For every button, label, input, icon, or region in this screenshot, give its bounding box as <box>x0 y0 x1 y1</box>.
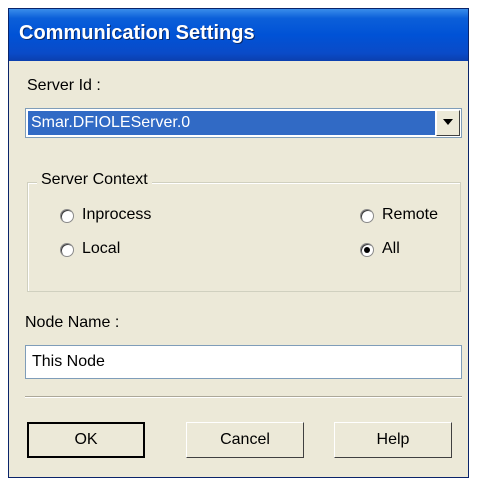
server-id-label: Server Id : <box>27 77 101 94</box>
divider <box>25 396 462 398</box>
ok-button[interactable]: OK <box>27 422 145 458</box>
inprocess-radio[interactable] <box>60 209 74 223</box>
cancel-button[interactable]: Cancel <box>186 422 304 458</box>
server-context-legend: Server Context <box>37 171 152 189</box>
dialog-title: Communication Settings <box>19 22 255 44</box>
server-context-group <box>27 182 461 292</box>
server-id-dropdown[interactable]: Smar.DFIOLEServer.0 <box>25 108 462 138</box>
remote-radio[interactable] <box>360 209 374 223</box>
chevron-down-icon <box>443 119 453 125</box>
local-radio[interactable] <box>60 243 74 257</box>
dropdown-button[interactable] <box>436 110 460 136</box>
remote-label[interactable]: Remote <box>382 206 438 224</box>
all-radio[interactable] <box>360 243 374 257</box>
local-label[interactable]: Local <box>82 240 120 258</box>
help-button[interactable]: Help <box>334 422 452 458</box>
title-bar[interactable]: Communication Settings <box>9 9 468 61</box>
inprocess-label[interactable]: Inprocess <box>82 206 151 224</box>
radio-selected-dot <box>364 247 370 253</box>
node-name-input[interactable]: This Node <box>25 345 462 379</box>
server-id-selected-value: Smar.DFIOLEServer.0 <box>28 111 435 135</box>
all-label[interactable]: All <box>382 240 400 258</box>
node-name-label: Node Name : <box>25 314 120 331</box>
